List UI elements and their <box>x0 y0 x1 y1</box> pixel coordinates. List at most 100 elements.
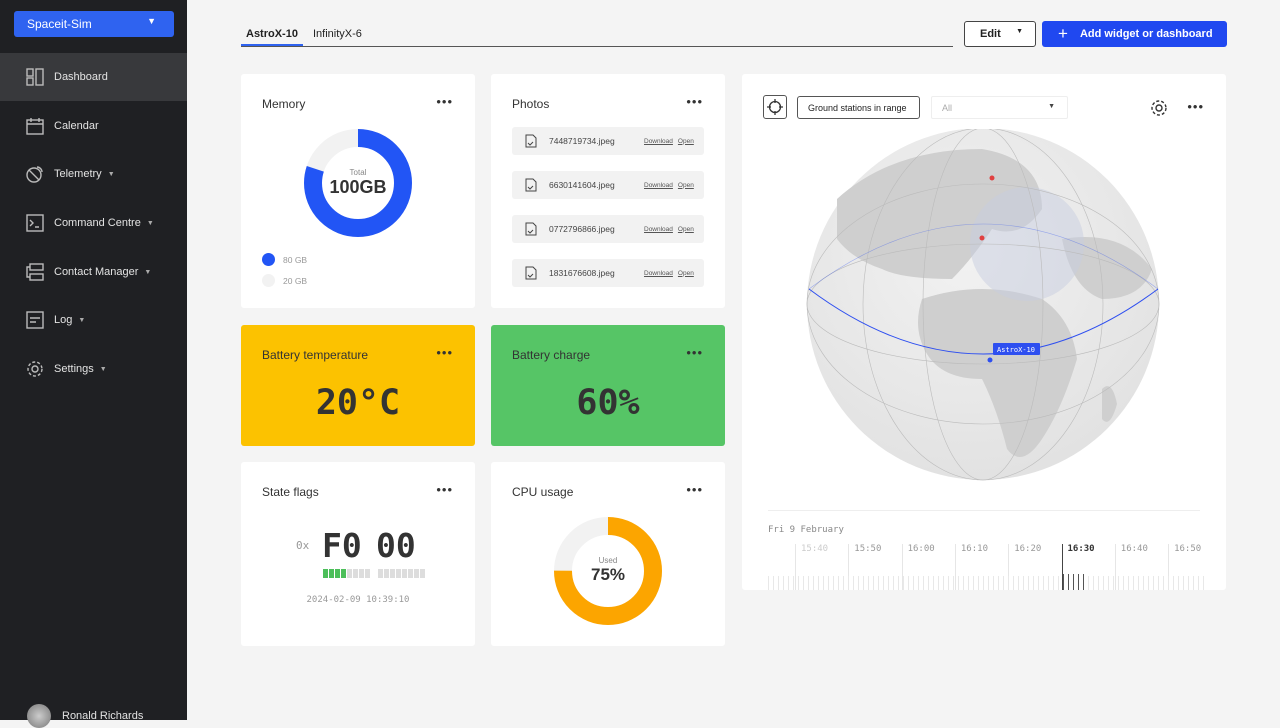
timeline-tick-label: 16:30 <box>1067 544 1095 554</box>
cpu-value: 75% <box>590 565 626 584</box>
timeline-minor-tick <box>1198 576 1199 590</box>
timeline-minor-tick <box>823 576 824 590</box>
timeline-tick-label: 16:20 <box>1014 544 1042 554</box>
timeline-minor-tick <box>1023 576 1024 590</box>
timeline-minor-tick <box>923 576 924 590</box>
timeline-minor-tick <box>858 576 859 590</box>
download-link[interactable]: Download <box>644 138 673 145</box>
more-icon[interactable]: ••• <box>686 482 703 497</box>
more-icon[interactable]: ••• <box>686 94 703 109</box>
photo-filename: 1831676608.jpeg <box>549 268 615 278</box>
locate-button[interactable] <box>763 95 787 119</box>
timeline-minor-tick <box>1088 576 1089 590</box>
timeline-minor-tick <box>953 576 954 590</box>
flag-bit <box>359 569 364 578</box>
timeline-tick-label: 16:10 <box>960 544 988 554</box>
timeline-minor-tick <box>863 576 864 590</box>
timeline-minor-tick <box>1178 576 1179 590</box>
ground-stations-button[interactable]: Ground stations in range <box>797 96 920 119</box>
globe: AstroX-10 <box>806 129 1160 481</box>
used-label: Used <box>598 556 618 565</box>
timeline-minor-tick <box>778 576 779 590</box>
open-link[interactable]: Open <box>678 270 694 277</box>
chevron-down-icon: ▼ <box>1048 103 1055 110</box>
photos-widget: Photos ••• 7448719734.jpeg Download Open 66… <box>491 74 725 308</box>
download-link[interactable]: Download <box>644 226 673 233</box>
timeline[interactable]: 15:40 15:50 16:00 16:10 16:20 16:30 16:40 16:50 <box>768 544 1208 590</box>
timeline-minor-tick <box>1118 576 1119 590</box>
timeline-minor-tick <box>813 576 814 590</box>
more-icon[interactable]: ••• <box>436 482 453 497</box>
timeline-minor-tick <box>1158 576 1159 590</box>
org-selector[interactable]: Spaceit-Sim ▼ <box>14 11 174 37</box>
more-icon[interactable]: ••• <box>1187 99 1204 114</box>
timeline-minor-tick <box>1053 576 1054 590</box>
chevron-down-icon: ▼ <box>144 268 152 276</box>
timeline-minor-tick <box>883 576 884 590</box>
memory-widget: Memory ••• Total 100GB 80 GB 20 GB <box>241 74 475 308</box>
timeline-minor-tick <box>1128 576 1129 590</box>
log-icon <box>26 311 44 329</box>
sidebar-item-contact-manager[interactable]: Contact Manager ▼ <box>0 248 187 296</box>
dashboard-icon <box>26 68 44 86</box>
flag-bit <box>396 569 401 578</box>
download-link[interactable]: Download <box>644 270 673 277</box>
widget-title: CPU usage <box>512 485 574 499</box>
open-link[interactable]: Open <box>678 182 694 189</box>
timeline-minor-tick <box>958 576 959 590</box>
satellite-dish-icon <box>26 166 43 183</box>
sidebar-item-log[interactable]: Log ▼ <box>0 296 187 344</box>
sidebar-item-label: Dashboard <box>54 71 108 83</box>
tab-astrox-10[interactable]: AstroX-10 <box>241 22 303 46</box>
widget-title: Memory <box>262 97 306 111</box>
filter-select[interactable]: All ▼ <box>931 96 1068 119</box>
download-link[interactable]: Download <box>644 182 673 189</box>
timeline-minor-tick <box>1043 576 1044 590</box>
sidebar-item-settings[interactable]: Settings ▼ <box>0 345 187 393</box>
timeline-tick-label: 15:40 <box>801 544 829 554</box>
more-icon[interactable]: ••• <box>436 94 453 109</box>
timeline-minor-tick <box>948 576 949 590</box>
timeline-minor-tick <box>878 576 879 590</box>
timeline-minor-tick <box>1143 576 1144 590</box>
open-link[interactable]: Open <box>678 226 694 233</box>
user-profile[interactable]: Ronald Richards <box>27 704 143 728</box>
timeline-minor-tick <box>1113 576 1114 590</box>
sidebar-item-calendar[interactable]: Calendar <box>0 102 187 150</box>
flag-bit <box>323 569 328 578</box>
timeline-minor-tick <box>968 576 969 590</box>
legend-used: 80 GB <box>262 253 307 266</box>
timeline-minor-tick <box>898 576 899 590</box>
flag-bit <box>335 569 340 578</box>
add-widget-button[interactable]: + Add widget or dashboard <box>1042 21 1227 47</box>
more-icon[interactable]: ••• <box>436 345 453 360</box>
state-flags-widget: State flags ••• 0x F0 00 2024-02-09 10:3… <box>241 462 475 646</box>
open-link[interactable]: Open <box>678 138 694 145</box>
total-label: Total <box>349 168 367 177</box>
timeline-minor-tick <box>1028 576 1029 590</box>
battery-charge-widget: Battery charge ••• 60% <box>491 325 725 446</box>
legend-free: 20 GB <box>262 274 307 287</box>
timeline-minor-tick <box>1093 576 1094 590</box>
sidebar-item-telemetry[interactable]: Telemetry ▼ <box>0 150 187 198</box>
flag-bits-1 <box>323 569 370 578</box>
sidebar-item-command-centre[interactable]: Command Centre ▼ <box>0 199 187 247</box>
photo-filename: 7448719734.jpeg <box>549 136 615 146</box>
gear-icon[interactable] <box>1149 98 1169 118</box>
terminal-icon <box>26 214 44 232</box>
flag-bits-2 <box>378 569 425 578</box>
timeline-minor-tick <box>998 576 999 590</box>
sidebar-item-label: Log <box>54 314 73 326</box>
timeline-minor-tick <box>1133 576 1134 590</box>
gear-icon <box>27 361 43 377</box>
sidebar-item-dashboard[interactable]: Dashboard <box>0 53 187 101</box>
timeline-minor-tick <box>1068 574 1069 590</box>
timeline-minor-tick <box>793 576 794 590</box>
timeline-minor-tick <box>933 576 934 590</box>
edit-button[interactable]: Edit ▼ <box>964 21 1036 47</box>
tab-infinityx-6[interactable]: InfinityX-6 <box>308 22 367 46</box>
flag-bit <box>402 569 407 578</box>
more-icon[interactable]: ••• <box>686 345 703 360</box>
timeline-minor-tick <box>1048 576 1049 590</box>
timeline-minor-tick <box>1168 576 1169 590</box>
